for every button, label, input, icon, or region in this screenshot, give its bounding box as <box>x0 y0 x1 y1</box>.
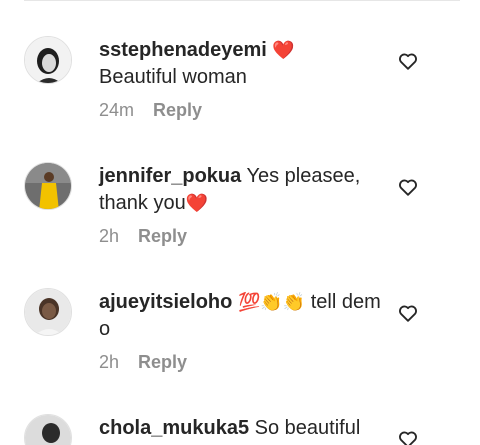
avatar[interactable] <box>24 414 72 445</box>
timestamp: 2h <box>99 352 120 372</box>
comment-meta: 2h Reply <box>99 352 187 373</box>
heart-outline-icon[interactable] <box>397 428 419 445</box>
heart-outline-icon[interactable] <box>397 302 419 324</box>
top-divider <box>24 0 460 1</box>
comment-item: ajueyitsieloho 💯👏👏 tell dem o 2h Reply <box>0 288 480 398</box>
reply-button[interactable]: Reply <box>138 352 187 372</box>
comment-text: So beautiful <box>254 417 361 439</box>
username[interactable]: ajueyitsieloho <box>99 291 232 313</box>
comment-body: chola_mukuka5 So beautiful <box>99 415 384 442</box>
username[interactable]: sstephenadeyemi <box>99 39 267 61</box>
heart-outline-icon[interactable] <box>397 50 419 72</box>
emoji-reaction: 💯👏👏 <box>237 292 306 313</box>
comment-body: jennifer_pokua Yes pleasee, thank you❤️ <box>99 163 384 217</box>
heart-emoji: ❤️ <box>185 193 209 214</box>
comment-item: sstephenadeyemi ❤️ Beautiful woman 24m R… <box>0 36 480 146</box>
username[interactable]: jennifer_pokua <box>99 165 241 187</box>
avatar[interactable] <box>24 36 72 84</box>
reply-button[interactable]: Reply <box>153 100 202 120</box>
comment-item: chola_mukuka5 So beautiful <box>0 414 480 445</box>
reply-button[interactable]: Reply <box>138 226 187 246</box>
avatar[interactable] <box>24 162 72 210</box>
timestamp: 24m <box>99 100 135 120</box>
comment-meta: 2h Reply <box>99 226 187 247</box>
heart-outline-icon[interactable] <box>397 176 419 198</box>
comment-text: Beautiful woman <box>99 66 247 88</box>
username[interactable]: chola_mukuka5 <box>99 417 249 439</box>
timestamp: 2h <box>99 226 120 246</box>
avatar[interactable] <box>24 288 72 336</box>
comment-item: jennifer_pokua Yes pleasee, thank you❤️ … <box>0 162 480 272</box>
heart-emoji: ❤️ <box>272 40 295 61</box>
comment-meta: 24m Reply <box>99 100 202 121</box>
comment-body: ajueyitsieloho 💯👏👏 tell dem o <box>99 289 384 343</box>
comment-body: sstephenadeyemi ❤️ Beautiful woman <box>99 37 384 91</box>
